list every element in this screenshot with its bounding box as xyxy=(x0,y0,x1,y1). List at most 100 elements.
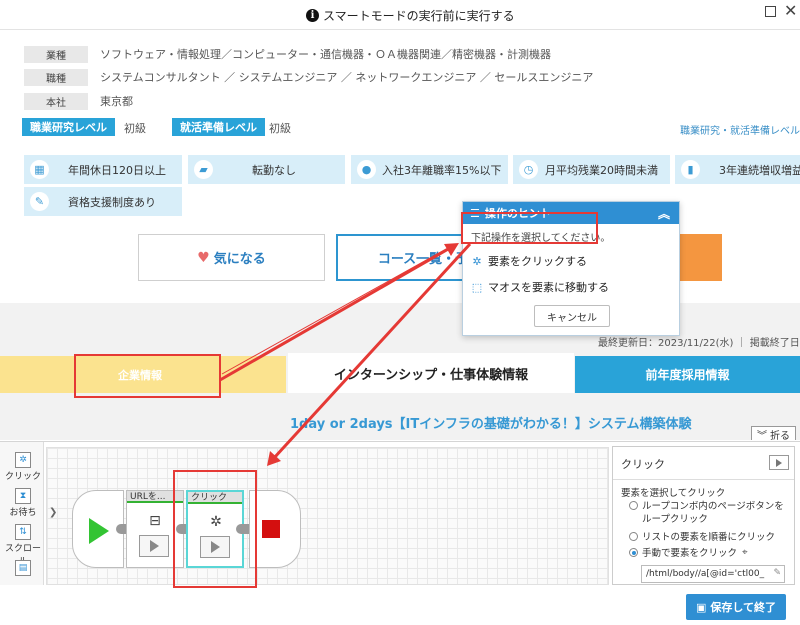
play-icon xyxy=(210,541,220,553)
save-icon: ▣ xyxy=(695,600,707,614)
window-title: i スマートモードの実行前に実行する xyxy=(306,7,515,24)
tool-click[interactable]: ✲ クリック xyxy=(4,452,42,482)
list-icon: ☰ xyxy=(470,206,480,220)
info-value: ソフトウェア・情報処理／コンピューター・通信機器・ＯＡ機器関連／精密機器・計測機… xyxy=(100,48,551,61)
pencil-icon: ✎ xyxy=(30,192,49,211)
save-label: 保存して終了 xyxy=(710,601,777,614)
bar-chart-icon: ▮ xyxy=(681,160,700,179)
properties-run-button[interactable] xyxy=(769,455,789,470)
tab-company-info[interactable]: 企業情報 xyxy=(0,356,286,393)
fold-label: 折る xyxy=(770,431,790,440)
heart-icon: ♥ xyxy=(197,249,210,266)
radio-button-selected[interactable] xyxy=(629,548,638,557)
scroll-icon: ⇅ xyxy=(15,524,31,540)
play-icon xyxy=(149,540,159,552)
play-icon xyxy=(89,518,109,544)
apply-button[interactable] xyxy=(676,234,722,281)
radio-click-list-sequentially[interactable]: リストの要素を順番にクリック xyxy=(629,531,775,544)
divider xyxy=(613,479,794,480)
workflow-editor: ✲ クリック ⧗ お待ち ⇅ スクロール ▤ ❯ URLを... ⊟ クリック … xyxy=(0,441,800,625)
maximize-button[interactable] xyxy=(765,6,776,17)
radio-label: 手動で要素をクリック xyxy=(642,548,738,559)
click-icon: ✲ xyxy=(15,452,31,468)
xpath-field[interactable]: /html/body//a[@id='ctl00_ ✎ xyxy=(641,565,785,583)
person-icon: ● xyxy=(357,160,376,179)
document-icon: ▤ xyxy=(15,560,31,576)
tab-internship-info[interactable]: インターンシップ・仕事体験情報 xyxy=(288,353,574,393)
click-icon: ✲ xyxy=(472,254,482,268)
toolbox: ✲ クリック ⧗ お待ち ⇅ スクロール ▤ xyxy=(0,442,44,585)
node-title: クリック xyxy=(188,492,242,504)
radio-loop-page-button[interactable]: ループコンボ内のページボタンを ループクリック xyxy=(629,500,784,526)
hint-option-hover-element[interactable]: ⬚ マオスを要素に移動する xyxy=(471,279,609,295)
info-row-occupation: 職種 システムコンサルタント ／ システムエンジニア ／ ネットワークエンジニア… xyxy=(24,67,593,87)
info-value: 東京都 xyxy=(100,95,133,108)
feature-chip: ● 入社3年離職率15%以下 xyxy=(351,155,508,184)
hourglass-icon: ⧗ xyxy=(15,488,31,504)
tab-previous-year-hiring[interactable]: 前年度採用情報 xyxy=(575,356,800,393)
window-title-text: スマートモードの実行前に実行する xyxy=(323,9,515,23)
level-info-link[interactable]: 職業研究・就活準備レベルと xyxy=(680,122,800,137)
radio-label: リストの要素を順番にクリック xyxy=(642,532,776,543)
chevron-right-icon[interactable]: ❯ xyxy=(49,507,57,518)
feature-label: 入社3年離職率15%以下 xyxy=(382,163,502,177)
tool-label: クリック xyxy=(4,472,41,482)
hint-title: 操作のヒント xyxy=(484,207,551,220)
flow-end-node[interactable] xyxy=(249,490,301,568)
feature-chip: ▦ 年間休日120日以上 xyxy=(24,155,182,184)
info-key: 業種 xyxy=(24,45,88,63)
crosshair-icon[interactable]: ⌖ xyxy=(742,547,748,558)
tool-wait[interactable]: ⧗ お待ち xyxy=(4,488,42,518)
pencil-icon[interactable]: ✎ xyxy=(773,568,781,578)
node-title: URLを... xyxy=(127,491,183,503)
info-key: 本社 xyxy=(24,92,88,110)
truck-icon: ▰ xyxy=(194,160,213,179)
tool-label: お待ち xyxy=(9,508,37,518)
hint-description: 下記操作を選択してください。 xyxy=(471,233,611,244)
feature-label: 資格支援制度あり xyxy=(68,195,156,209)
radio-manual-click[interactable]: 手動で要素をクリック ⌖ xyxy=(629,547,748,560)
cursor-icon: ⬚ xyxy=(471,280,483,294)
collapse-icon[interactable]: ︽ xyxy=(658,205,670,222)
updated-date: 最終更新日：2023/11/22(水) ｜ 掲載終了日：20 xyxy=(598,338,800,349)
properties-title: クリック xyxy=(621,458,665,471)
hint-option-click-element[interactable]: ✲ 要素をクリックする xyxy=(471,253,587,269)
clock-icon: ◷ xyxy=(519,160,538,179)
tab-label: インターンシップ・仕事体験情報 xyxy=(333,367,529,383)
info-value: システムコンサルタント ／ システムエンジニア ／ ネットワークエンジニア ／ … xyxy=(100,71,594,84)
tab-label: 前年度採用情報 xyxy=(645,368,730,382)
radio-button[interactable] xyxy=(629,532,638,541)
node-run-button[interactable] xyxy=(139,535,169,557)
tool-more[interactable]: ▤ xyxy=(4,560,42,577)
radio-label: ループクリック xyxy=(642,514,708,525)
feature-chip: ▮ 3年連続増収増益 xyxy=(675,155,800,184)
prep-level-badge: 就活準備レベル xyxy=(172,118,265,136)
info-row-headquarters: 本社 東京都 xyxy=(24,91,133,111)
info-row-industry: 業種 ソフトウェア・情報処理／コンピューター・通信機器・ＯＡ機器関連／精密機器・… xyxy=(24,44,551,64)
prep-level-value: 初級 xyxy=(269,122,291,135)
internship-headline: 1day or 2days【ITインフラの基礎がわかる！】システム構築体験 xyxy=(290,417,692,432)
favorite-button[interactable]: ♥ 気になる xyxy=(138,234,325,281)
feature-label: 3年連続増収増益 xyxy=(719,163,800,177)
close-button[interactable]: ✕ xyxy=(784,1,797,20)
browser-icon: ⊟ xyxy=(149,513,161,529)
tab-label: 企業情報 xyxy=(118,369,162,382)
hint-option-label: マオスを要素に移動する xyxy=(488,281,609,294)
stop-icon xyxy=(262,520,280,538)
properties-subtitle: 要素を選択してクリック xyxy=(621,488,726,499)
hint-cancel-button[interactable]: キャンセル xyxy=(534,305,610,327)
info-key: 職種 xyxy=(24,68,88,86)
radio-button[interactable] xyxy=(629,501,638,510)
save-and-exit-button[interactable]: ▣ 保存して終了 xyxy=(686,594,786,620)
feature-label: 転勤なし xyxy=(252,163,296,177)
hint-header: ☰ 操作のヒント ︽ xyxy=(463,202,679,224)
play-icon xyxy=(776,458,782,467)
xpath-value: /html/body//a[@id='ctl00_ xyxy=(646,569,765,579)
fold-button[interactable]: ︾ 折る xyxy=(751,426,796,440)
operation-hint-popup: ☰ 操作のヒント ︽ 下記操作を選択してください。 ✲ 要素をクリックする ⬚ … xyxy=(462,201,680,336)
hint-option-label: 要素をクリックする xyxy=(488,255,587,268)
web-content: 業種 ソフトウェア・情報処理／コンピューター・通信機器・ＯＡ機器関連／精密機器・… xyxy=(0,31,800,440)
node-run-button[interactable] xyxy=(200,536,230,558)
chevron-double-down-icon: ︾ xyxy=(757,431,767,440)
window-titlebar: i スマートモードの実行前に実行する ✕ xyxy=(0,0,800,30)
